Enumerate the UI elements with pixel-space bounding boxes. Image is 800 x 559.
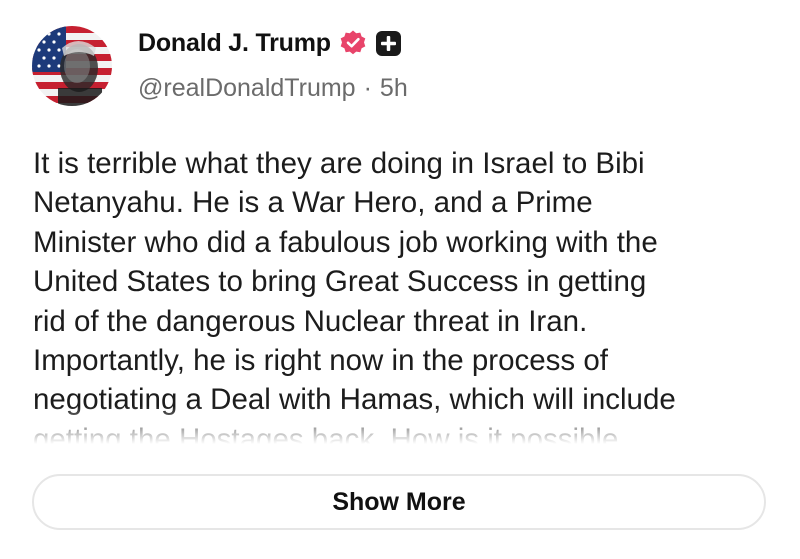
author-name-row: Donald J. Trump bbox=[138, 27, 402, 59]
avatar-image bbox=[32, 26, 112, 106]
post-card: Donald J. Trump @realDonaldTrump · 5h It… bbox=[0, 0, 800, 559]
avatar[interactable] bbox=[32, 26, 112, 106]
post-body-text: It is terrible what they are doing in Is… bbox=[33, 147, 676, 444]
plus-icon[interactable] bbox=[375, 30, 402, 57]
meta-separator: · bbox=[363, 74, 372, 102]
post-timestamp[interactable]: 5h bbox=[380, 74, 408, 103]
author-meta-row: @realDonaldTrump · 5h bbox=[138, 74, 408, 103]
verified-check-icon bbox=[339, 29, 367, 57]
author-display-name[interactable]: Donald J. Trump bbox=[138, 29, 331, 58]
author-handle[interactable]: @realDonaldTrump bbox=[138, 74, 356, 103]
show-more-button[interactable]: Show More bbox=[32, 474, 766, 530]
